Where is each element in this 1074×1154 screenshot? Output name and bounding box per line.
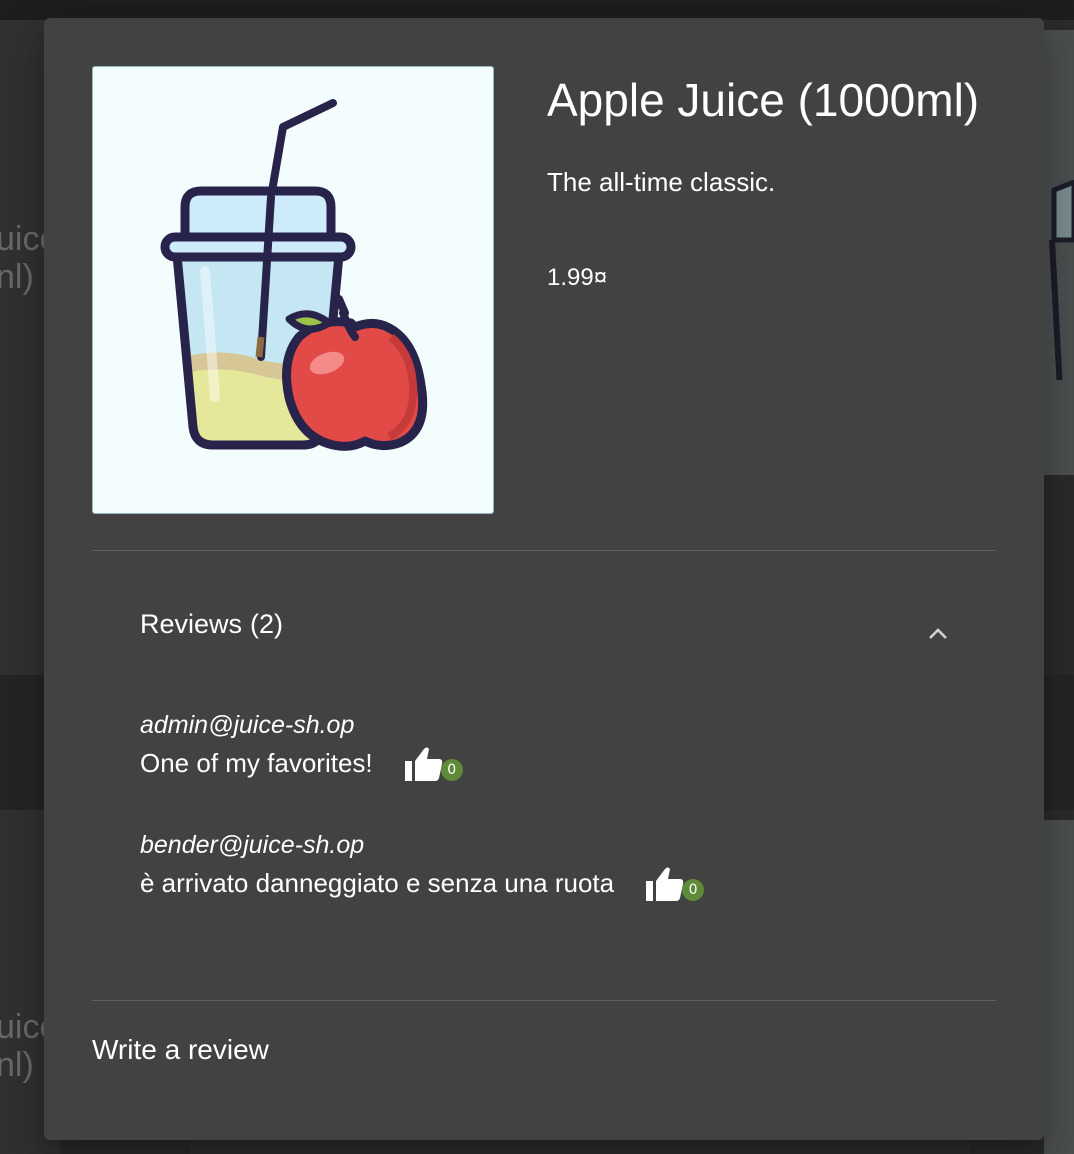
review-text: One of my favorites! xyxy=(140,748,373,778)
reviews-label: Reviews xyxy=(140,609,243,639)
review-item: bender@juice-sh.op è arrivato danneggiat… xyxy=(140,830,705,904)
background-product-card xyxy=(1044,820,1074,1154)
apple-juice-icon xyxy=(160,99,428,451)
reviews-count: (2) xyxy=(250,609,284,639)
review-author: bender@juice-sh.op xyxy=(140,831,365,859)
like-count-badge: 0 xyxy=(440,759,463,781)
reviews-expansion-header[interactable]: Reviews (2) xyxy=(92,598,996,646)
product-description: The all-time classic. xyxy=(547,167,776,197)
background-toolbar xyxy=(0,0,1074,20)
reviews-title: Reviews (2) xyxy=(140,608,283,640)
product-details-dialog: Apple Juice (1000ml) The all-time classi… xyxy=(44,18,1044,1140)
chevron-up-icon[interactable] xyxy=(926,622,950,646)
product-image xyxy=(92,66,494,514)
review-text: è arrivato danneggiato e senza una ruota xyxy=(140,868,615,898)
like-button[interactable]: 0 xyxy=(404,743,463,783)
background-cup-partial-icon xyxy=(1049,180,1074,380)
write-review-button[interactable]: Write a review xyxy=(92,1032,269,1068)
divider xyxy=(92,1000,996,1001)
like-count-badge: 0 xyxy=(682,879,705,901)
divider xyxy=(92,550,996,551)
thumbs-up-icon xyxy=(646,867,684,901)
like-button[interactable]: 0 xyxy=(646,863,705,903)
background-card-bottom xyxy=(190,1138,970,1154)
product-title: Apple Juice (1000ml) xyxy=(547,74,980,126)
thumbs-up-icon xyxy=(404,747,442,781)
review-author: admin@juice-sh.op xyxy=(140,711,355,739)
review-item: admin@juice-sh.op One of my favorites! 0 xyxy=(140,710,463,784)
product-price: 1.99¤ xyxy=(547,264,608,291)
